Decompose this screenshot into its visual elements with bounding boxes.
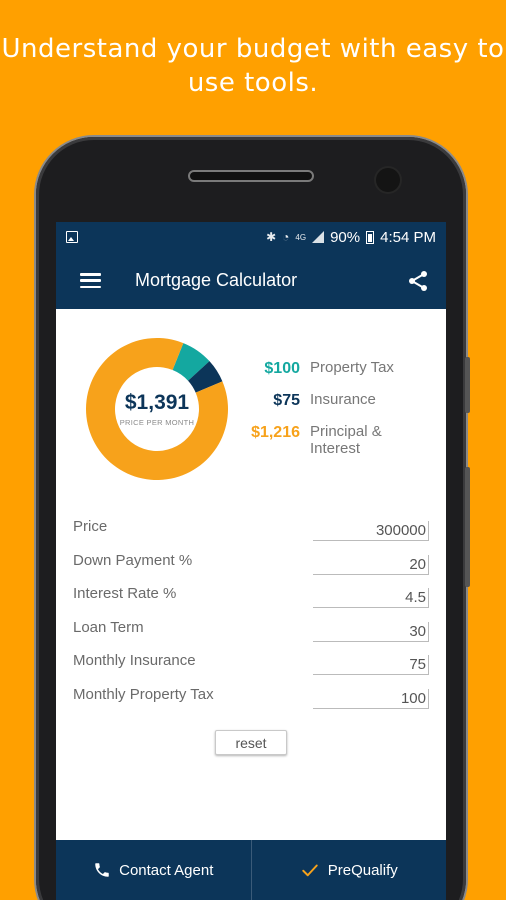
battery-icon xyxy=(366,230,375,244)
loan-term-input[interactable] xyxy=(313,621,429,642)
monthly-payment-caption: PRICE PER MONTH xyxy=(119,418,195,427)
hamburger-menu-icon[interactable] xyxy=(80,273,101,288)
phone-volume-button xyxy=(465,467,470,587)
monthly-property-tax-input[interactable] xyxy=(313,688,429,709)
legend-row-property-tax: $100 Property Tax xyxy=(246,359,436,378)
field-down-payment: Down Payment % xyxy=(73,552,430,586)
phone-power-button xyxy=(465,357,470,413)
share-icon[interactable] xyxy=(406,269,430,293)
prequalify-button[interactable]: PreQualify xyxy=(250,840,447,900)
prequalify-label: PreQualify xyxy=(327,861,398,879)
monthly-payment-amount: $1,391 xyxy=(124,391,190,414)
contact-agent-label: Contact Agent xyxy=(119,861,214,879)
page-title: Mortgage Calculator xyxy=(135,270,298,290)
principal-interest-label: Principal & Interest xyxy=(310,423,382,457)
principal-interest-value: $1,216 xyxy=(251,424,300,441)
status-bar: ✱ ◔ 4G 90% 4:54 PM xyxy=(56,222,446,252)
wifi-icon: ◔ xyxy=(282,230,290,244)
contact-agent-button[interactable]: Contact Agent xyxy=(56,840,251,900)
loan-term-label: Loan Term xyxy=(73,618,144,636)
price-label: Price xyxy=(73,518,108,535)
battery-percent: 90% xyxy=(330,228,361,246)
phone-speaker xyxy=(188,170,314,182)
calculator-form: Price Down Payment % Interest Rate % Loa… xyxy=(73,518,430,720)
down-payment-label: Down Payment % xyxy=(73,551,193,569)
reset-button[interactable]: reset xyxy=(215,730,287,755)
payment-summary: $1,391 PRICE PER MONTH $100 Property Tax… xyxy=(56,309,446,499)
app-bar: Mortgage Calculator xyxy=(56,252,446,309)
monthly-insurance-input[interactable] xyxy=(313,655,429,676)
insurance-value: $75 xyxy=(273,392,300,409)
field-monthly-property-tax: Monthly Property Tax xyxy=(73,686,430,720)
legend-row-insurance: $75 Insurance xyxy=(246,391,436,410)
checkmark-icon xyxy=(302,864,318,877)
payment-legend: $100 Property Tax $75 Insurance $1,216 P… xyxy=(246,359,436,470)
bottom-action-bar: Contact Agent PreQualify xyxy=(56,840,446,900)
property-tax-value: $100 xyxy=(264,360,300,377)
gallery-notification-icon xyxy=(66,231,78,243)
property-tax-label: Property Tax xyxy=(310,359,394,376)
donut-center: $1,391 PRICE PER MONTH xyxy=(86,338,228,480)
field-monthly-insurance: Monthly Insurance xyxy=(73,652,430,686)
interest-rate-label: Interest Rate % xyxy=(73,585,177,603)
monthly-insurance-label: Monthly Insurance xyxy=(73,652,196,670)
app-screen: ✱ ◔ 4G 90% 4:54 PM Mortgage Calculator $… xyxy=(56,222,446,900)
network-type: 4G xyxy=(295,232,307,242)
down-payment-input[interactable] xyxy=(313,554,429,575)
field-price: Price xyxy=(73,518,430,552)
phone-camera xyxy=(376,168,400,192)
status-time: 4:54 PM xyxy=(380,228,436,246)
insurance-label: Insurance xyxy=(310,391,376,408)
price-input[interactable] xyxy=(313,521,429,541)
phone-icon xyxy=(95,863,109,877)
monthly-property-tax-label: Monthly Property Tax xyxy=(73,685,214,703)
signal-icon xyxy=(312,231,325,243)
promo-headline: Understand your budget with easy to use … xyxy=(1,34,505,98)
field-loan-term: Loan Term xyxy=(73,619,430,653)
field-interest-rate: Interest Rate % xyxy=(73,585,430,619)
legend-row-principal-interest: $1,216 Principal & Interest xyxy=(246,423,436,457)
bluetooth-icon: ✱ xyxy=(266,230,277,244)
interest-rate-input[interactable] xyxy=(313,588,429,609)
